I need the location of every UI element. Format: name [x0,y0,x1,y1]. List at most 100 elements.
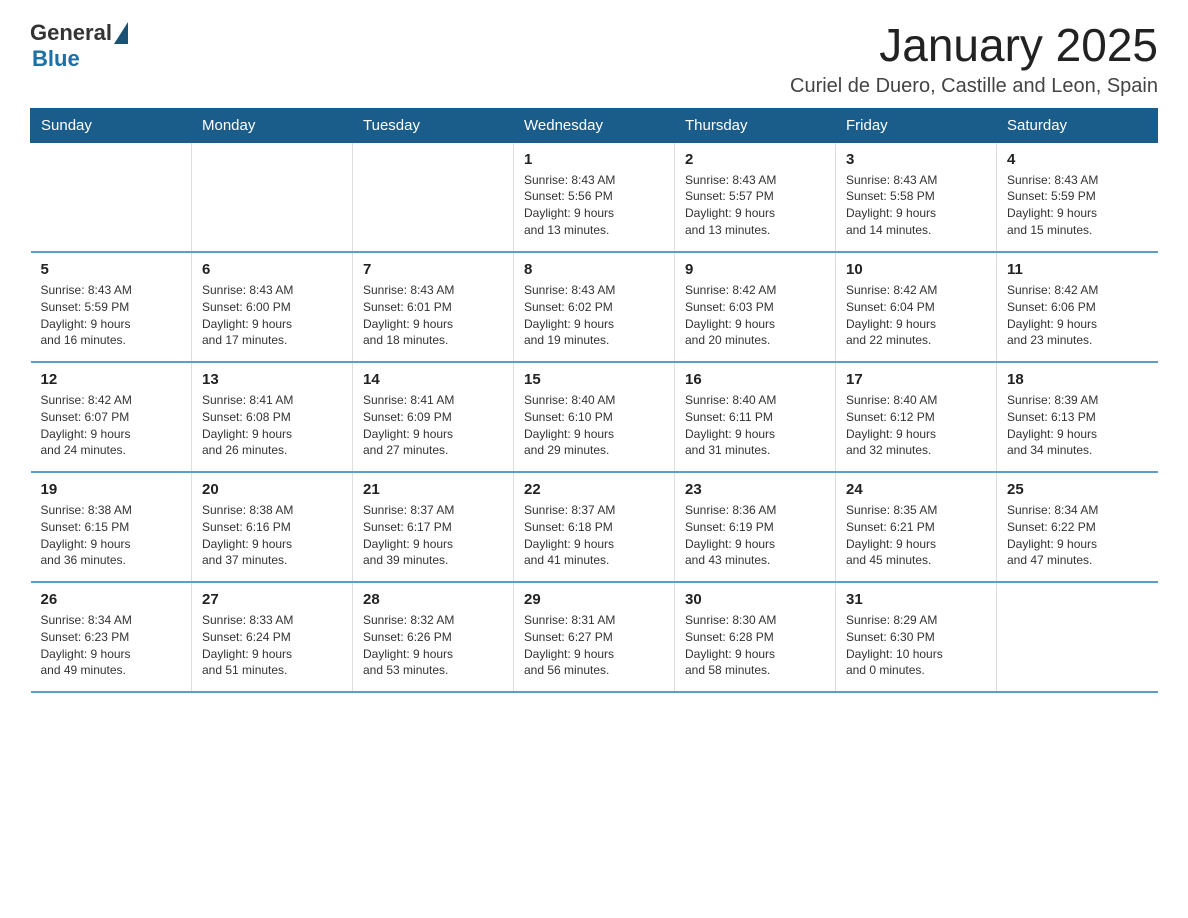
calendar-header-day: Sunday [31,108,192,142]
day-number: 24 [846,481,986,498]
calendar-header-day: Friday [836,108,997,142]
day-number: 9 [685,261,825,278]
calendar-header-day: Tuesday [353,108,514,142]
day-info: Sunrise: 8:34 AM Sunset: 6:22 PM Dayligh… [1007,502,1148,569]
calendar-day-cell [997,582,1158,692]
day-info: Sunrise: 8:42 AM Sunset: 6:04 PM Dayligh… [846,282,986,349]
day-number: 26 [41,591,182,608]
calendar-day-cell: 26Sunrise: 8:34 AM Sunset: 6:23 PM Dayli… [31,582,192,692]
day-number: 13 [202,371,342,388]
calendar-day-cell [31,142,192,252]
day-number: 25 [1007,481,1148,498]
header: General Blue January 2025 Curiel de Duer… [30,20,1158,98]
day-info: Sunrise: 8:37 AM Sunset: 6:18 PM Dayligh… [524,502,664,569]
day-number: 5 [41,261,182,278]
calendar-week-row: 19Sunrise: 8:38 AM Sunset: 6:15 PM Dayli… [31,472,1158,582]
calendar-day-cell: 6Sunrise: 8:43 AM Sunset: 6:00 PM Daylig… [192,252,353,362]
page-title: January 2025 [790,20,1158,71]
day-number: 22 [524,481,664,498]
calendar-day-cell: 16Sunrise: 8:40 AM Sunset: 6:11 PM Dayli… [675,362,836,472]
day-number: 15 [524,371,664,388]
page-subtitle: Curiel de Duero, Castille and Leon, Spai… [790,75,1158,98]
day-number: 31 [846,591,986,608]
day-info: Sunrise: 8:35 AM Sunset: 6:21 PM Dayligh… [846,502,986,569]
calendar-day-cell: 10 Sunrise: 8:42 AM Sunset: 6:04 PM Dayli… [836,252,997,362]
day-info: Sunrise: 8:33 AM Sunset: 6:24 PM Dayligh… [202,612,342,679]
calendar-header-row: SundayMondayTuesdayWednesdayThursdayFrid… [31,108,1158,142]
day-info: Sunrise: 8:31 AM Sunset: 6:27 PM Dayligh… [524,612,664,679]
logo-blue-text: Blue [32,46,80,72]
day-info: Sunrise: 8:43 AM Sunset: 5:59 PM Dayligh… [41,282,182,349]
day-number: 20 [202,481,342,498]
calendar-day-cell: 27 Sunrise: 8:33 AM Sunset: 6:24 PM Dayli… [192,582,353,692]
day-number: 30 [685,591,825,608]
calendar-day-cell: 15Sunrise: 8:40 AM Sunset: 6:10 PM Dayli… [514,362,675,472]
day-number: 2 [685,151,825,168]
calendar-day-cell: 9Sunrise: 8:42 AM Sunset: 6:03 PM Daylig… [675,252,836,362]
calendar-day-cell [353,142,514,252]
day-info: Sunrise: 8:42 AM Sunset: 6:07 PM Dayligh… [41,392,182,459]
calendar-day-cell: 14Sunrise: 8:41 AM Sunset: 6:09 PM Dayli… [353,362,514,472]
calendar-day-cell: 8Sunrise: 8:43 AM Sunset: 6:02 PM Daylig… [514,252,675,362]
calendar-day-cell: 12 Sunrise: 8:42 AM Sunset: 6:07 PM Dayli… [31,362,192,472]
calendar-day-cell [192,142,353,252]
calendar-week-row: 26Sunrise: 8:34 AM Sunset: 6:23 PM Dayli… [31,582,1158,692]
calendar-day-cell: 29Sunrise: 8:31 AM Sunset: 6:27 PM Dayli… [514,582,675,692]
day-number: 10 [846,261,986,278]
day-number: 1 [524,151,664,168]
calendar-day-cell: 2Sunrise: 8:43 AM Sunset: 5:57 PM Daylig… [675,142,836,252]
day-info: Sunrise: 8:32 AM Sunset: 6:26 PM Dayligh… [363,612,503,679]
day-info: Sunrise: 8:43 AM Sunset: 6:02 PM Dayligh… [524,282,664,349]
calendar-day-cell: 3Sunrise: 8:43 AM Sunset: 5:58 PM Daylig… [836,142,997,252]
logo-triangle-icon [114,22,128,44]
title-area: January 2025 Curiel de Duero, Castille a… [790,20,1158,98]
day-info: Sunrise: 8:36 AM Sunset: 6:19 PM Dayligh… [685,502,825,569]
day-info: Sunrise: 8:37 AM Sunset: 6:17 PM Dayligh… [363,502,503,569]
calendar-week-row: 1 Sunrise: 8:43 AM Sunset: 5:56 PM Daylig… [31,142,1158,252]
logo: General Blue [30,20,128,72]
day-number: 18 [1007,371,1148,388]
day-number: 7 [363,261,503,278]
calendar-header-day: Thursday [675,108,836,142]
calendar-day-cell: 5 Sunrise: 8:43 AM Sunset: 5:59 PM Daylig… [31,252,192,362]
day-number: 17 [846,371,986,388]
day-number: 21 [363,481,503,498]
day-number: 28 [363,591,503,608]
day-info: Sunrise: 8:42 AM Sunset: 6:06 PM Dayligh… [1007,282,1148,349]
day-number: 23 [685,481,825,498]
calendar-day-cell: 25 Sunrise: 8:34 AM Sunset: 6:22 PM Dayli… [997,472,1158,582]
day-info: Sunrise: 8:43 AM Sunset: 5:59 PM Dayligh… [1007,172,1148,239]
calendar-day-cell: 22 Sunrise: 8:37 AM Sunset: 6:18 PM Dayli… [514,472,675,582]
day-info: Sunrise: 8:43 AM Sunset: 6:00 PM Dayligh… [202,282,342,349]
calendar-day-cell: 18 Sunrise: 8:39 AM Sunset: 6:13 PM Dayli… [997,362,1158,472]
day-info: Sunrise: 8:43 AM Sunset: 5:56 PM Dayligh… [524,172,664,239]
calendar-day-cell: 30 Sunrise: 8:30 AM Sunset: 6:28 PM Dayli… [675,582,836,692]
day-info: Sunrise: 8:41 AM Sunset: 6:08 PM Dayligh… [202,392,342,459]
calendar-day-cell: 21 Sunrise: 8:37 AM Sunset: 6:17 PM Dayli… [353,472,514,582]
day-number: 12 [41,371,182,388]
calendar-day-cell: 31 Sunrise: 8:29 AM Sunset: 6:30 PM Dayli… [836,582,997,692]
day-number: 19 [41,481,182,498]
day-number: 27 [202,591,342,608]
day-info: Sunrise: 8:38 AM Sunset: 6:16 PM Dayligh… [202,502,342,569]
calendar-header-day: Saturday [997,108,1158,142]
day-info: Sunrise: 8:29 AM Sunset: 6:30 PM Dayligh… [846,612,986,679]
day-number: 16 [685,371,825,388]
calendar-table: SundayMondayTuesdayWednesdayThursdayFrid… [30,108,1158,694]
day-number: 14 [363,371,503,388]
day-info: Sunrise: 8:43 AM Sunset: 6:01 PM Dayligh… [363,282,503,349]
calendar-day-cell: 7 Sunrise: 8:43 AM Sunset: 6:01 PM Daylig… [353,252,514,362]
calendar-header-day: Wednesday [514,108,675,142]
calendar-day-cell: 23 Sunrise: 8:36 AM Sunset: 6:19 PM Dayli… [675,472,836,582]
calendar-day-cell: 20 Sunrise: 8:38 AM Sunset: 6:16 PM Dayli… [192,472,353,582]
calendar-day-cell: 17Sunrise: 8:40 AM Sunset: 6:12 PM Dayli… [836,362,997,472]
calendar-week-row: 5 Sunrise: 8:43 AM Sunset: 5:59 PM Daylig… [31,252,1158,362]
calendar-day-cell: 1 Sunrise: 8:43 AM Sunset: 5:56 PM Daylig… [514,142,675,252]
day-info: Sunrise: 8:30 AM Sunset: 6:28 PM Dayligh… [685,612,825,679]
calendar-header-day: Monday [192,108,353,142]
day-info: Sunrise: 8:39 AM Sunset: 6:13 PM Dayligh… [1007,392,1148,459]
calendar-day-cell: 24 Sunrise: 8:35 AM Sunset: 6:21 PM Dayli… [836,472,997,582]
calendar-day-cell: 4Sunrise: 8:43 AM Sunset: 5:59 PM Daylig… [997,142,1158,252]
calendar-day-cell: 11 Sunrise: 8:42 AM Sunset: 6:06 PM Dayli… [997,252,1158,362]
day-number: 11 [1007,261,1148,278]
